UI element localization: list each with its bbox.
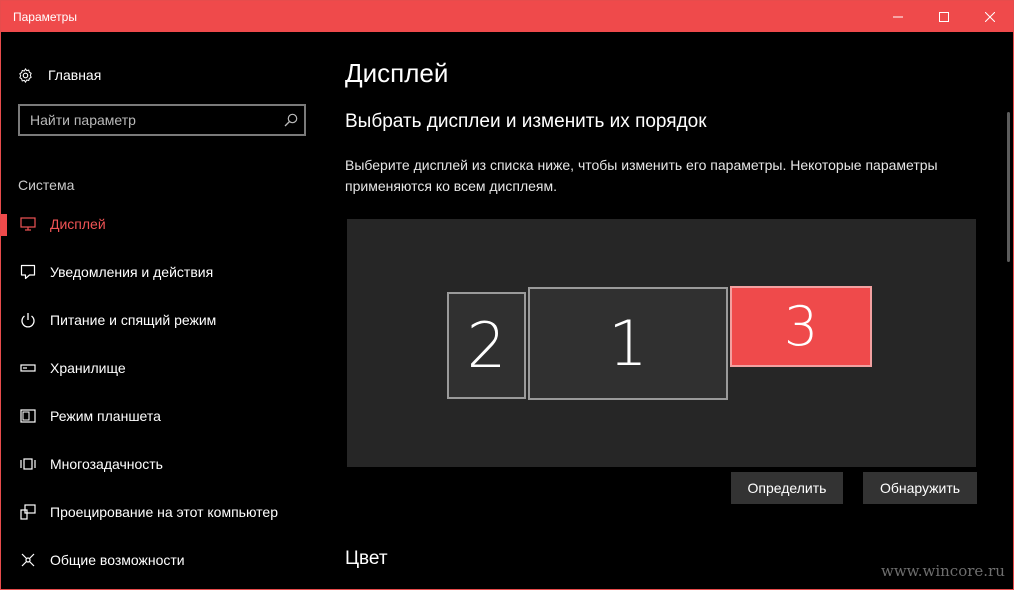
search-input[interactable] bbox=[20, 106, 270, 134]
scrollbar[interactable] bbox=[1007, 112, 1010, 262]
main-content: Дисплей Выбрать дисплеи и изменить их по… bbox=[323, 32, 1013, 589]
sidebar-item-label: Режим планшета bbox=[50, 408, 161, 424]
sidebar-item-shared-experiences[interactable]: Общие возможности bbox=[1, 540, 323, 580]
page-title: Дисплей bbox=[345, 58, 449, 88]
sidebar-item-notifications[interactable]: Уведомления и действия bbox=[1, 252, 323, 292]
gear-icon bbox=[19, 67, 32, 83]
search-box[interactable] bbox=[18, 104, 306, 136]
sidebar-item-label: Хранилище bbox=[50, 360, 126, 376]
sidebar-item-label: Дисплей bbox=[50, 216, 106, 232]
section-label-system: Система bbox=[18, 177, 75, 193]
maximize-button[interactable] bbox=[921, 1, 967, 32]
sidebar-item-storage[interactable]: Хранилище bbox=[1, 348, 323, 388]
sidebar: Главная Система Дисплей Уведомления и де… bbox=[1, 32, 323, 589]
home-label: Главная bbox=[48, 67, 102, 83]
monitor-2[interactable]: 2 bbox=[447, 292, 526, 399]
detect-button[interactable]: Обнаружить bbox=[863, 472, 977, 504]
projecting-icon bbox=[19, 504, 37, 520]
sidebar-item-label: Многозадачность bbox=[50, 456, 163, 472]
sidebar-item-label: Проецирование на этот компьютер bbox=[50, 504, 278, 520]
close-icon bbox=[985, 11, 995, 22]
minimize-button[interactable] bbox=[875, 1, 921, 32]
window-title: Параметры bbox=[13, 10, 77, 24]
notification-icon bbox=[19, 264, 37, 280]
storage-icon bbox=[19, 360, 37, 376]
minimize-icon bbox=[893, 16, 903, 17]
display-arrangement-heading: Выбрать дисплеи и изменить их порядок bbox=[345, 111, 707, 132]
sidebar-item-label: Питание и спящий режим bbox=[50, 312, 217, 328]
settings-window: Параметры Главная Система bbox=[0, 0, 1014, 590]
active-indicator bbox=[1, 214, 7, 236]
sidebar-item-tablet-mode[interactable]: Режим планшета bbox=[1, 396, 323, 436]
sidebar-item-projecting[interactable]: Проецирование на этот компьютер bbox=[1, 492, 323, 532]
sidebar-item-label: Общие возможности bbox=[50, 552, 185, 568]
display-arrangement-canvas[interactable]: 2 1 3 bbox=[347, 219, 976, 467]
sidebar-item-display[interactable]: Дисплей bbox=[1, 204, 323, 244]
display-arrangement-description: Выберите дисплей из списка ниже, чтобы и… bbox=[345, 157, 938, 194]
maximize-icon bbox=[939, 11, 949, 22]
monitor-icon bbox=[19, 216, 37, 232]
search-icon[interactable] bbox=[284, 113, 298, 127]
home-link[interactable]: Главная bbox=[17, 65, 101, 85]
monitor-3-selected[interactable]: 3 bbox=[730, 286, 872, 367]
color-heading: Цвет bbox=[345, 548, 388, 569]
close-button[interactable] bbox=[967, 1, 1013, 32]
power-icon bbox=[19, 312, 37, 328]
multitasking-icon bbox=[19, 456, 37, 472]
title-bar[interactable]: Параметры bbox=[1, 1, 1013, 32]
monitor-1[interactable]: 1 bbox=[528, 287, 728, 400]
sidebar-item-multitasking[interactable]: Многозадачность bbox=[1, 444, 323, 484]
sidebar-item-power[interactable]: Питание и спящий режим bbox=[1, 300, 323, 340]
shared-experiences-icon bbox=[19, 552, 37, 568]
identify-button[interactable]: Определить bbox=[731, 472, 843, 504]
tablet-mode-icon bbox=[19, 408, 37, 424]
sidebar-item-label: Уведомления и действия bbox=[50, 264, 214, 280]
watermark: www.wincore.ru bbox=[881, 562, 1005, 580]
